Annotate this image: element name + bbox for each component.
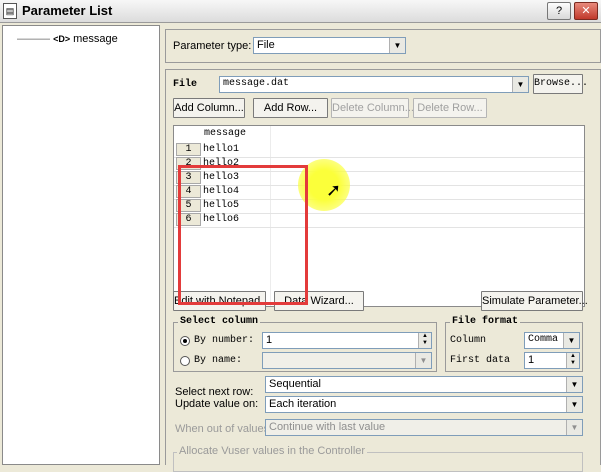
parameter-type-select[interactable]: File ▼: [253, 37, 406, 54]
update-value-label: Update value on:: [175, 398, 259, 410]
column-header-message[interactable]: message: [204, 128, 246, 139]
tree-node-label: message: [73, 33, 118, 45]
table-cell[interactable]: hello1: [203, 143, 239, 157]
spinner-arrows-icon[interactable]: ▲ ▼: [566, 353, 579, 368]
chevron-down-icon: ▼: [512, 77, 528, 92]
first-data-value: 1: [528, 354, 535, 366]
title-bar: ▤ Parameter List ? ✕: [0, 0, 601, 23]
column-number-value: 1: [266, 334, 273, 346]
select-next-row-select[interactable]: Sequential ▼: [265, 376, 583, 393]
select-column-title: Select column: [178, 316, 261, 327]
select-next-row-value: Sequential: [269, 378, 321, 390]
update-value-value: Each iteration: [269, 398, 337, 410]
file-format-title: File format: [450, 316, 521, 327]
chevron-down-icon: ▼: [389, 38, 405, 53]
chevron-down-icon: ▼: [566, 397, 582, 412]
column-number-input[interactable]: 1 ▲ ▼: [262, 332, 432, 349]
column-delimiter-value: Comma: [528, 334, 559, 345]
by-number-label: By number:: [194, 335, 255, 346]
chevron-down-icon: ▼: [563, 333, 579, 348]
update-value-select[interactable]: Each iteration ▼: [265, 396, 583, 413]
browse-button[interactable]: Browse...: [533, 74, 588, 94]
column-delimiter-select[interactable]: Comma ▼: [524, 332, 580, 349]
first-data-label: First data: [450, 355, 511, 366]
help-button[interactable]: ?: [547, 2, 571, 20]
file-path-value: message.dat: [223, 78, 290, 89]
add-row-button[interactable]: Add Row...: [253, 98, 328, 118]
simulate-parameter-button[interactable]: Simulate Parameter...: [481, 291, 588, 311]
by-name-radio[interactable]: [180, 356, 190, 366]
parameter-properties: Parameter type: File ▼ File message.dat …: [163, 25, 601, 472]
parameter-type-value: File: [257, 39, 275, 51]
parameter-tree: ——— <D> message: [2, 25, 160, 465]
delete-column-button[interactable]: Delete Column...: [331, 98, 414, 118]
app-icon: ▤: [3, 3, 17, 19]
delete-row-button[interactable]: Delete Row...: [413, 98, 487, 118]
annotation-highlight-box: [178, 165, 308, 305]
parameter-type-icon: <D>: [53, 34, 71, 44]
file-label: File: [173, 79, 198, 90]
table-row[interactable]: 1 hello1: [174, 143, 584, 158]
allocate-vuser-label: Allocate Vuser values in the Controller: [177, 445, 368, 457]
out-of-values-select[interactable]: Continue with last value ▼: [265, 419, 583, 436]
by-name-label: By name:: [194, 355, 243, 366]
select-next-row-label: Select next row:: [175, 386, 254, 398]
tree-node-message[interactable]: ——— <D> message: [17, 33, 118, 45]
chevron-down-icon: ▼: [566, 420, 582, 435]
file-path-select[interactable]: message.dat ▼: [219, 76, 529, 93]
tree-connector: ———: [17, 33, 50, 45]
spinner-arrows-icon[interactable]: ▲ ▼: [418, 333, 431, 348]
window-title: Parameter List: [22, 3, 113, 18]
add-column-button[interactable]: Add Column...: [173, 98, 245, 118]
column-delimiter-label: Column: [450, 335, 487, 346]
parameter-type-label: Parameter type:: [173, 40, 252, 52]
row-number[interactable]: 1: [176, 143, 201, 156]
first-data-input[interactable]: 1 ▲ ▼: [524, 352, 580, 369]
out-of-values-label: When out of values:: [175, 423, 273, 435]
chevron-down-icon: ▼: [415, 353, 431, 368]
chevron-down-icon: ▼: [566, 377, 582, 392]
close-button[interactable]: ✕: [574, 2, 598, 20]
mouse-pointer-icon: ➚: [326, 180, 342, 200]
out-of-values-value: Continue with last value: [269, 421, 386, 433]
by-number-radio[interactable]: [180, 336, 190, 346]
column-name-select[interactable]: ▼: [262, 352, 432, 369]
